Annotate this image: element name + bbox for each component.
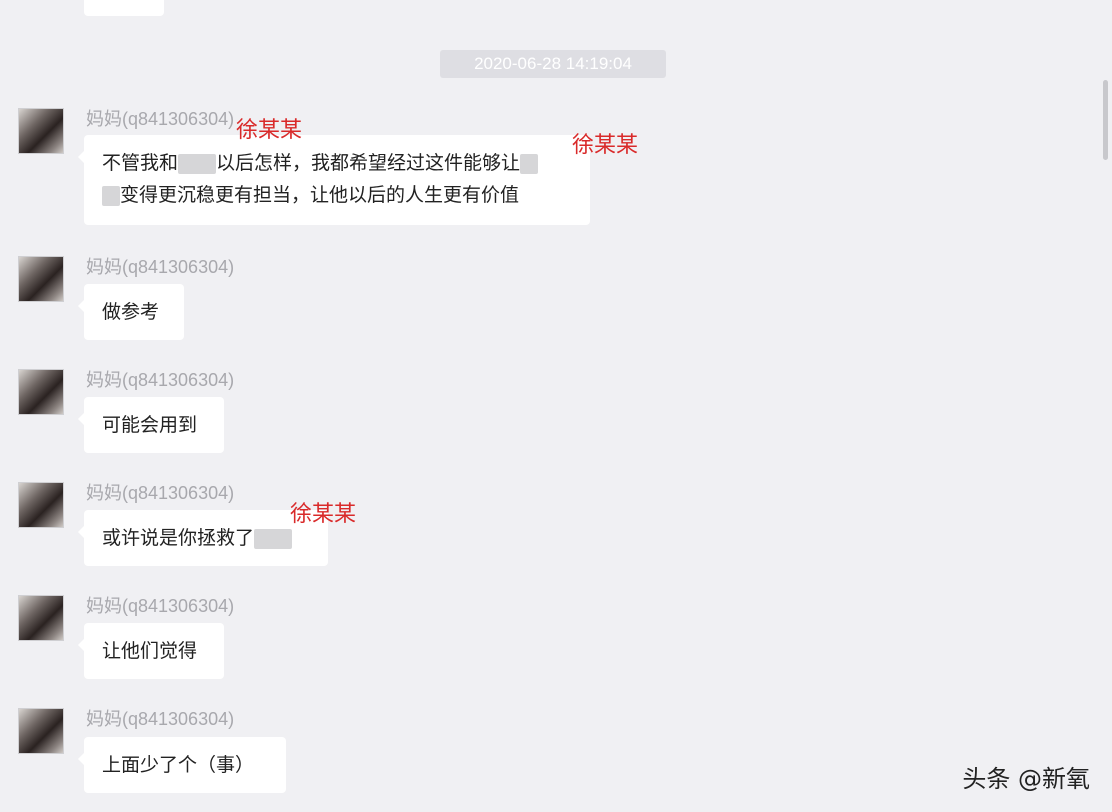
avatar[interactable] — [18, 108, 64, 154]
redacted-name — [178, 153, 217, 174]
red-annotation: 徐某某 — [236, 118, 303, 143]
message-line: 不管我和 以后怎样，我都希望经过这件能够让 — [102, 147, 572, 179]
redacted-name — [520, 153, 539, 174]
message-text: 以后怎样，我都希望经过这件能够让 — [216, 152, 521, 174]
red-annotation: 徐某某 — [572, 133, 639, 158]
avatar[interactable] — [18, 369, 64, 415]
sender-name: 妈妈(q841306304) — [86, 596, 235, 616]
sender-name: 妈妈(q841306304) — [86, 109, 235, 129]
avatar[interactable] — [18, 482, 64, 528]
sender-name: 妈妈(q841306304) — [86, 370, 235, 390]
sender-name: 妈妈(q841306304) — [86, 257, 235, 277]
message-bubble[interactable]: 让他们觉得 — [78, 623, 224, 679]
message-line: 变得更沉稳更有担当，让他以后的人生更有价值 — [102, 179, 572, 211]
message-bubble[interactable]: 可能会用到 — [78, 397, 224, 453]
avatar[interactable] — [18, 256, 64, 302]
message-bubble[interactable]: 上面少了个（事） — [78, 737, 286, 793]
avatar[interactable] — [18, 595, 64, 641]
message-bubble[interactable]: 做参考 — [78, 284, 184, 340]
scrollbar[interactable] — [1103, 80, 1108, 160]
sender-name: 妈妈(q841306304) — [86, 709, 235, 729]
redacted-name — [254, 528, 293, 549]
avatar[interactable] — [18, 708, 64, 754]
message-text: 让他们觉得 — [102, 640, 198, 662]
message-bubble[interactable]: 不管我和 以后怎样，我都希望经过这件能够让 变得更沉稳更有担当，让他以后的人生更有… — [78, 135, 590, 225]
previous-message-bubble — [84, 0, 164, 16]
message-text: 上面少了个（事） — [102, 754, 255, 776]
red-annotation: 徐某某 — [290, 502, 357, 527]
timestamp: 2020-06-28 14:19:04 — [440, 50, 666, 78]
redacted-name — [102, 185, 120, 206]
sender-name: 妈妈(q841306304) — [86, 483, 235, 503]
message-text: 不管我和 — [102, 152, 179, 174]
watermark: 头条 @新氧 — [962, 765, 1090, 793]
message-text: 可能会用到 — [102, 414, 198, 436]
message-text: 或许说是你拯救了 — [102, 527, 255, 549]
message-text: 做参考 — [102, 301, 160, 323]
message-text: 变得更沉稳更有担当，让他以后的人生更有价值 — [120, 184, 520, 206]
